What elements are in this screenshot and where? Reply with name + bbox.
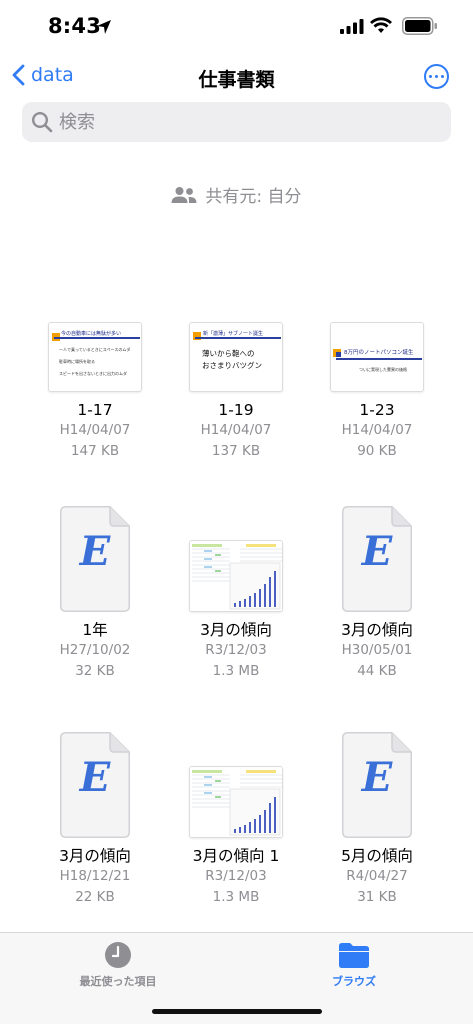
file-name: 3月の傾向 <box>200 621 272 639</box>
location-arrow-icon <box>97 20 111 34</box>
document-icon: E <box>60 506 130 612</box>
battery-icon <box>402 17 437 35</box>
file-date: H30/05/01 <box>341 642 413 658</box>
file-name: 1-23 <box>359 401 395 419</box>
slide-title: 新「激薄」サブノート誕生 <box>203 331 264 337</box>
status-time: 8:43 <box>48 14 102 38</box>
tab-recents[interactable]: 最近使った項目 <box>48 941 188 989</box>
page-title: 仕事書類 <box>198 69 275 91</box>
file-size: 147 KB <box>70 443 120 459</box>
slide-line: ついに実現した驚異の価格 <box>359 367 407 372</box>
ellipsis-icon <box>428 74 433 79</box>
file-name: 3月の傾向 <box>59 847 131 865</box>
file-size: 32 KB <box>75 663 115 679</box>
people-icon <box>171 186 197 203</box>
tab-label: ブラウズ <box>332 975 376 988</box>
doc-type-letter: E <box>361 528 393 575</box>
slide-line: 薄いから鞄への <box>202 349 255 358</box>
doc-type-letter: E <box>79 754 111 801</box>
clock-icon <box>105 942 131 968</box>
file-size: 1.3 MB <box>212 889 260 905</box>
file-size: 1.3 MB <box>212 663 260 679</box>
tab-label: 最近使った項目 <box>79 975 157 988</box>
file-date: R3/12/03 <box>205 868 267 884</box>
file-date: H14/04/07 <box>341 422 413 438</box>
file-date: H14/04/07 <box>59 422 131 438</box>
shared-by-text: 共有元: 自分 <box>205 187 302 207</box>
file-name: 1年 <box>82 621 108 639</box>
file-item[interactable]: 今の自動車には無駄が多い 一人で乗っているときにスペースのムダ 駐車時に場所を取… <box>20 260 170 462</box>
file-date: H14/04/07 <box>200 422 272 438</box>
file-size: 22 KB <box>75 889 115 905</box>
file-item[interactable]: E 1年 H27/10/02 32 KB <box>20 480 170 682</box>
file-size: 44 KB <box>357 663 397 679</box>
file-name: 3月の傾向 1 <box>192 847 280 865</box>
slide-line: 一人で乗っているときにスペースのムダ <box>59 347 131 352</box>
file-name: 3月の傾向 <box>341 621 413 639</box>
home-indicator <box>152 1009 322 1014</box>
folder-icon <box>339 943 369 968</box>
file-item[interactable]: E 3月の傾向 H30/05/01 44 KB <box>302 480 452 682</box>
file-size: 31 KB <box>357 889 397 905</box>
search-icon <box>31 111 53 133</box>
slide-line: 駐車時に場所を取る <box>59 359 95 364</box>
file-date: H27/10/02 <box>59 642 131 658</box>
presentation-thumbnail: 8万円のノートパソコン誕生 ついに実現した驚異の価格 <box>330 322 424 392</box>
spreadsheet-thumbnail <box>189 766 283 838</box>
file-item[interactable]: E 3月の傾向 H18/12/21 22 KB <box>20 706 170 908</box>
status-bar: 8:43 <box>0 0 473 54</box>
document-icon: E <box>342 732 412 838</box>
file-size: 90 KB <box>357 443 397 459</box>
file-date: R3/12/03 <box>205 642 267 658</box>
file-size: 137 KB <box>211 443 261 459</box>
slide-title: 8万円のノートパソコン誕生 <box>344 350 414 356</box>
file-item[interactable]: 8万円のノートパソコン誕生 ついに実現した驚異の価格 1-23 H14/04/0… <box>302 260 452 462</box>
file-item[interactable]: 3月の傾向 R3/12/03 1.3 MB <box>161 480 311 682</box>
spreadsheet-thumbnail <box>189 540 283 612</box>
slide-line: スピードを出さないときに出力のムダ <box>59 371 127 376</box>
cellular-signal-icon <box>340 19 364 34</box>
wifi-icon <box>370 17 392 33</box>
file-name: 1-19 <box>218 401 254 419</box>
slide-line: おさまりバツグン <box>202 361 262 370</box>
file-date: R4/04/27 <box>346 868 408 884</box>
tab-browse[interactable]: ブラウズ <box>284 941 424 989</box>
document-icon: E <box>342 506 412 612</box>
document-icon: E <box>60 732 130 838</box>
more-options-button[interactable] <box>424 64 449 89</box>
file-date: H18/12/21 <box>59 868 131 884</box>
file-name: 5月の傾向 <box>341 847 413 865</box>
shared-by-label: 共有元: 自分 <box>0 182 473 207</box>
search-bar[interactable] <box>22 102 451 142</box>
doc-type-letter: E <box>361 754 393 801</box>
doc-type-letter: E <box>79 528 111 575</box>
file-item[interactable]: 新「激薄」サブノート誕生 薄いから鞄への おさまりバツグン 1-19 H14/0… <box>161 260 311 462</box>
slide-title: 今の自動車には無駄が多い <box>61 331 122 337</box>
file-name: 1-17 <box>77 401 113 419</box>
file-item[interactable]: 3月の傾向 1 R3/12/03 1.3 MB <box>161 706 311 908</box>
file-item[interactable]: E 5月の傾向 R4/04/27 31 KB <box>302 706 452 908</box>
search-input[interactable] <box>59 111 419 133</box>
navigation-bar: data 仕事書類 <box>0 56 473 96</box>
presentation-thumbnail: 今の自動車には無駄が多い 一人で乗っているときにスペースのムダ 駐車時に場所を取… <box>48 322 142 392</box>
presentation-thumbnail: 新「激薄」サブノート誕生 薄いから鞄への おさまりバツグン <box>189 322 283 392</box>
